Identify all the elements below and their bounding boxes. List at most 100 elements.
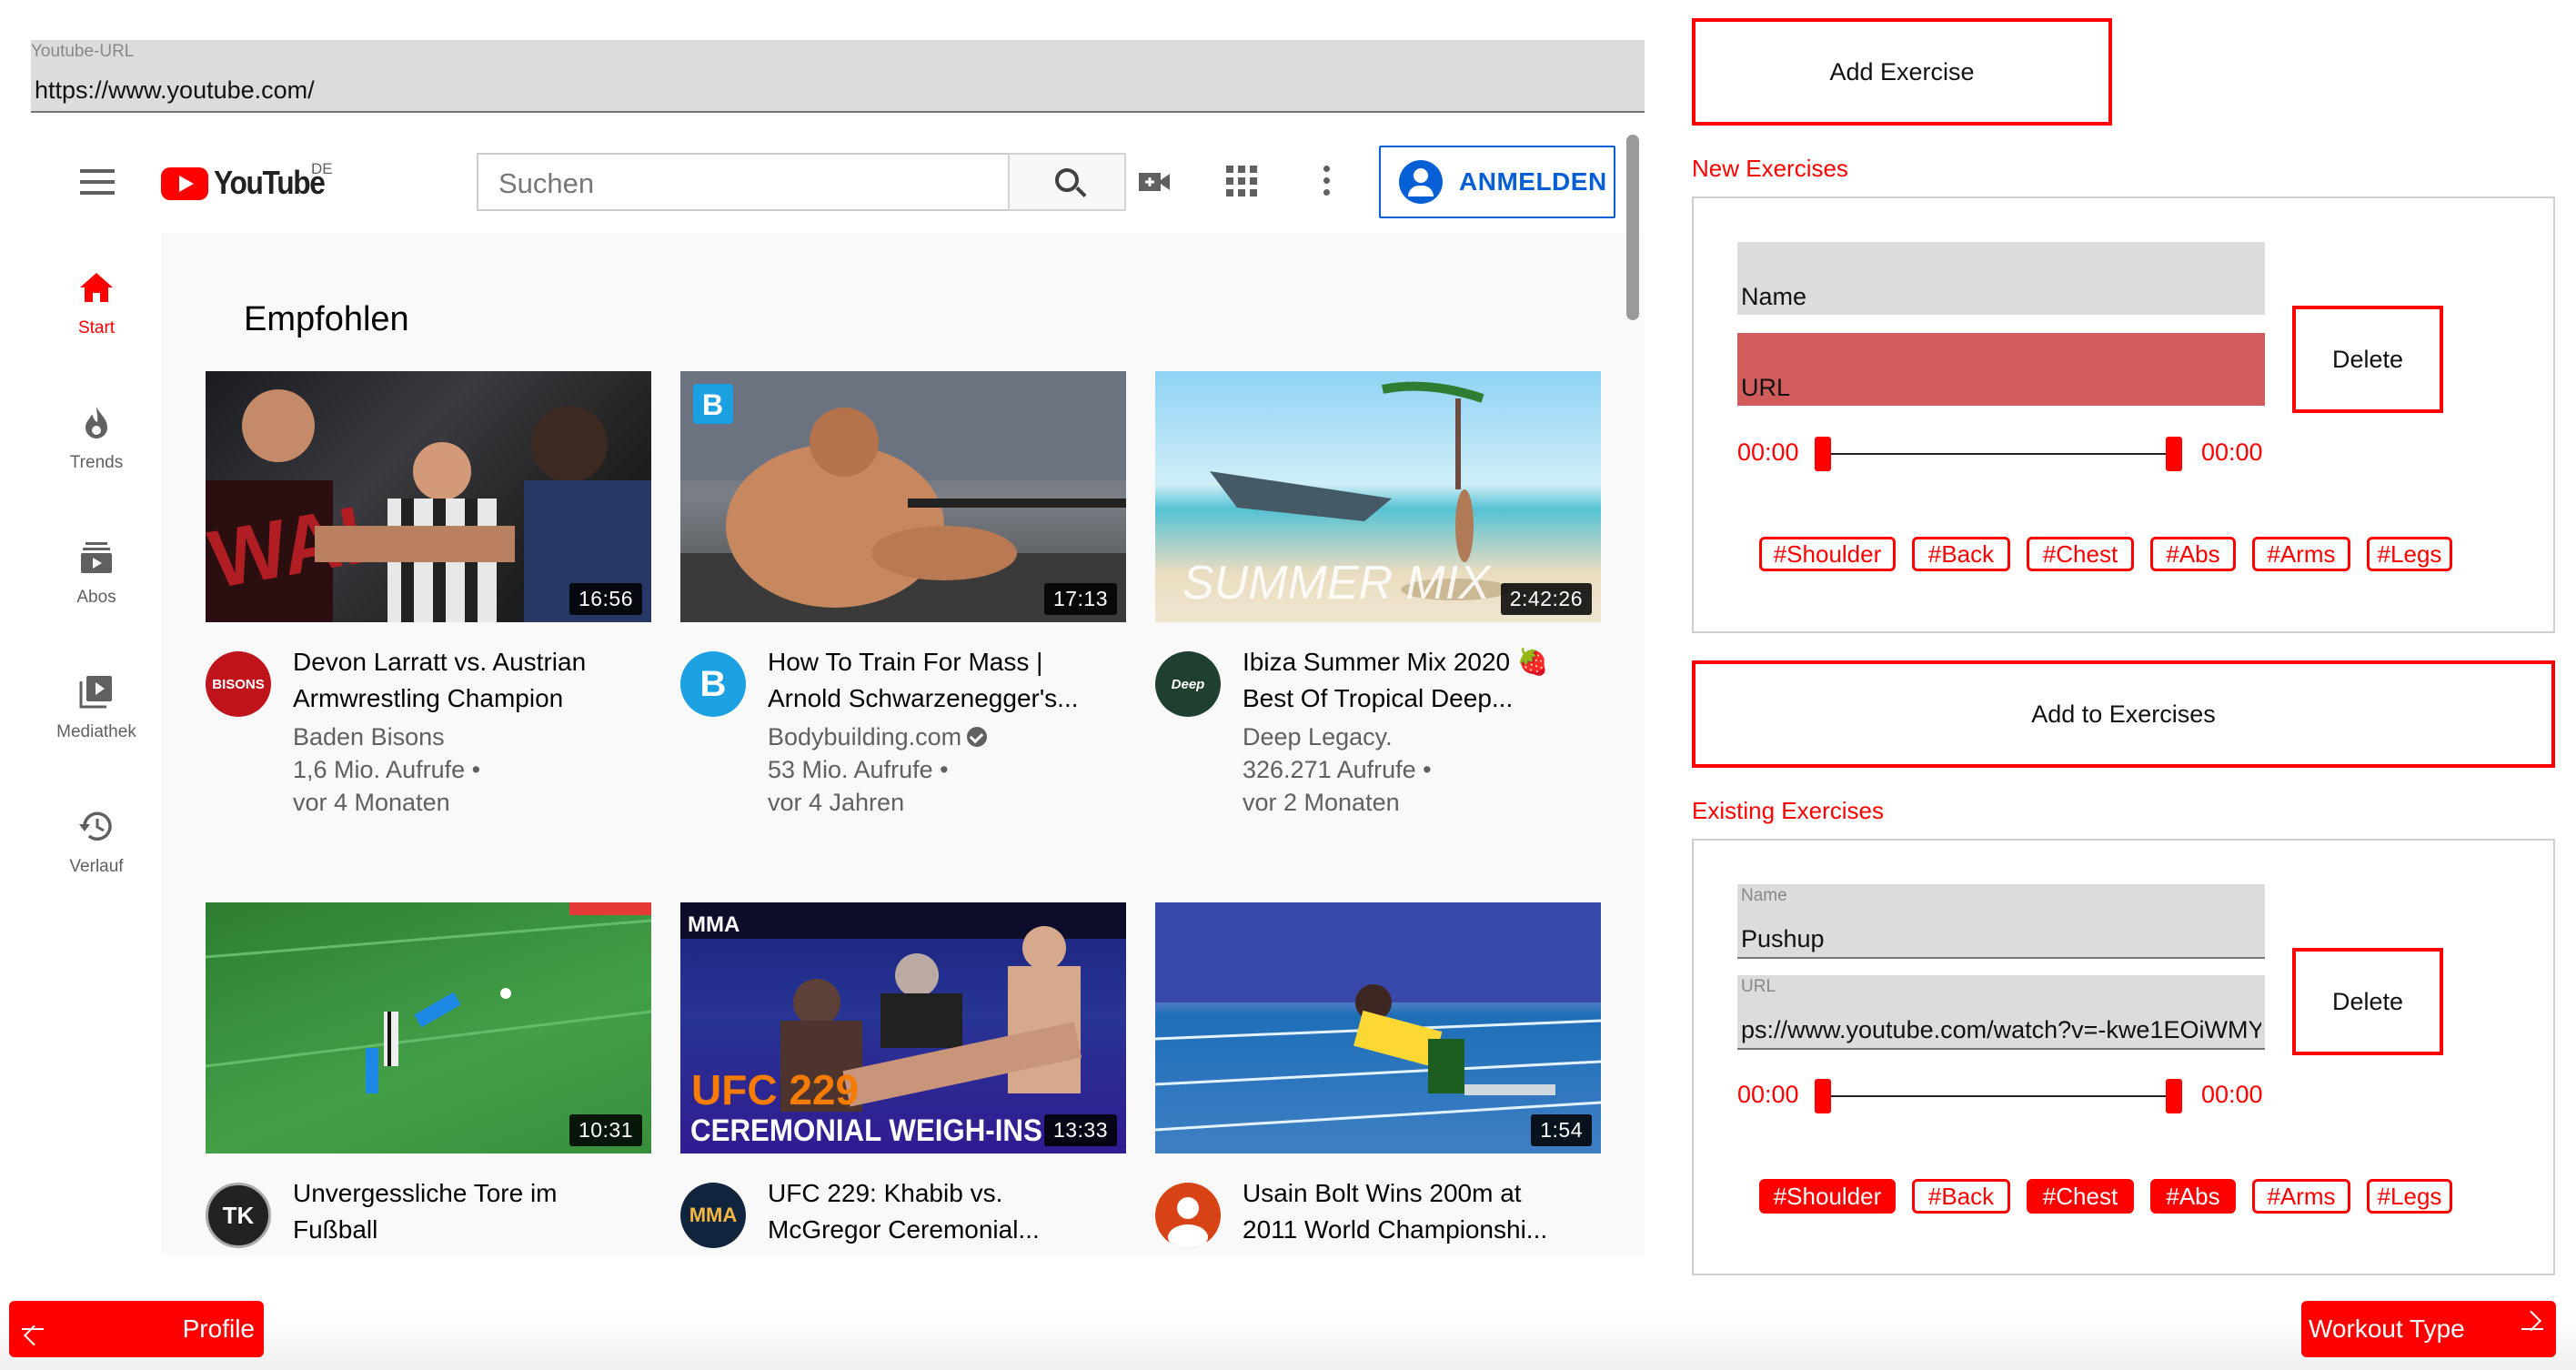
mma-text: MMA — [688, 912, 740, 937]
video-title[interactable]: UFC 229: Khabib vs. McGregor Ceremonial..… — [768, 1175, 1122, 1248]
scrollbar-thumb[interactable] — [1626, 135, 1639, 320]
video-thumbnail[interactable]: 10:31 — [206, 902, 651, 1153]
youtube-url-value[interactable]: https://www.youtube.com/ — [35, 76, 315, 105]
youtube-header: YouTube DE Suchen ANMELDEN — [31, 127, 1645, 235]
subscriptions-icon — [81, 542, 112, 573]
apps-grid-icon[interactable] — [1226, 166, 1257, 196]
nav-mediathek[interactable]: Mediathek — [31, 673, 162, 742]
channel-avatar[interactable]: MMA — [680, 1183, 746, 1248]
youtube-search-button[interactable] — [1008, 153, 1126, 211]
tag-abs[interactable]: #Abs — [2150, 1179, 2236, 1214]
menu-icon[interactable] — [80, 169, 115, 202]
delete-button[interactable]: Delete — [2292, 948, 2443, 1055]
nav-label: Mediathek — [56, 722, 136, 741]
tag-back[interactable]: #Back — [1912, 537, 2010, 571]
nav-trends[interactable]: Trends — [31, 404, 162, 473]
video-meta: Baden Bisons 1,6 Mio. Aufrufe • vor 4 Mo… — [293, 720, 648, 819]
new-exercise-card: Name URL Delete 00:00 00:00 #Shoulder #Ba… — [1692, 196, 2555, 633]
profile-button[interactable]: Profile — [9, 1301, 264, 1357]
search-placeholder: Suchen — [498, 167, 595, 199]
channel-avatar[interactable]: B — [680, 651, 746, 717]
nav-label: Start — [77, 318, 116, 337]
video-thumbnail[interactable]: B 17:13 — [680, 371, 1126, 622]
name-field[interactable]: Name Pushup — [1737, 884, 2265, 959]
channel-name[interactable]: Bodybuilding.com — [768, 720, 1122, 753]
signin-label: ANMELDEN — [1459, 167, 1607, 196]
name-placeholder: Name — [1741, 283, 1807, 310]
svg-text:B: B — [702, 388, 723, 421]
arrow-right-icon — [2521, 1328, 2543, 1330]
url-field[interactable]: URL — [1737, 333, 2265, 406]
video-thumbnail[interactable]: WAL 16:56 — [206, 371, 651, 622]
name-value: Pushup — [1741, 925, 1825, 952]
tag-legs[interactable]: #Legs — [2367, 537, 2452, 571]
channel-avatar[interactable]: Deep — [1155, 651, 1221, 717]
nav-abos[interactable]: Abos — [31, 539, 162, 608]
nav-verlauf[interactable]: Verlauf — [31, 808, 162, 877]
youtube-region: DE — [311, 160, 333, 177]
add-exercise-button[interactable]: Add Exercise — [1692, 18, 2112, 126]
end-handle[interactable] — [2166, 1079, 2182, 1113]
video-thumbnail[interactable]: 1:54 — [1155, 902, 1601, 1153]
profile-label: Profile — [182, 1315, 255, 1343]
tag-shoulder[interactable]: #Shoulder — [1759, 537, 1896, 571]
existing-exercises-title: Existing Exercises — [1692, 797, 1884, 824]
youtube-logo-icon[interactable] — [161, 167, 208, 200]
channel-name[interactable]: Deep Legacy. — [1243, 720, 1597, 753]
home-icon — [80, 273, 113, 302]
start-handle[interactable] — [1815, 437, 1831, 471]
library-icon — [79, 676, 112, 709]
channel-avatar[interactable]: BISONS — [206, 651, 271, 717]
nav-start[interactable]: Start — [31, 269, 162, 338]
tag-arms[interactable]: #Arms — [2252, 1179, 2350, 1214]
more-vert-icon[interactable] — [1323, 166, 1333, 198]
view-count: 326.271 Aufrufe • — [1243, 756, 1432, 783]
video-title[interactable]: Ibiza Summer Mix 2020 🍓 Best Of Tropical … — [1243, 644, 1597, 717]
channel-name[interactable]: Baden Bisons — [293, 720, 648, 753]
video-duration: 16:56 — [569, 583, 642, 615]
video-duration: 1:54 — [1531, 1114, 1592, 1146]
channel-avatar[interactable]: TK — [206, 1183, 271, 1248]
tag-chest[interactable]: #Chest — [2027, 1179, 2134, 1214]
video-thumbnail[interactable]: SUMMER MIX 2:42:26 — [1155, 371, 1601, 622]
tag-arms[interactable]: #Arms — [2252, 537, 2350, 571]
youtube-webview[interactable]: YouTube DE Suchen ANMELDEN Start Trends … — [31, 127, 1645, 1255]
video-thumbnail[interactable]: MMA UFC 229 CEREMONIAL WEIGH-INS 13:33 — [680, 902, 1126, 1153]
name-field[interactable]: Name — [1737, 242, 2265, 315]
add-to-exercises-button[interactable]: Add to Exercises — [1692, 660, 2555, 768]
tag-shoulder[interactable]: #Shoulder — [1759, 1179, 1896, 1214]
youtube-logo-text[interactable]: YouTube — [214, 164, 326, 202]
footer-bar — [0, 1310, 2576, 1370]
start-handle[interactable] — [1815, 1079, 1831, 1113]
tag-abs[interactable]: #Abs — [2150, 537, 2236, 571]
workout-type-label: Workout Type — [2309, 1315, 2465, 1343]
video-title[interactable]: Devon Larratt vs. Austrian Armwrestling C… — [293, 644, 648, 717]
tag-legs[interactable]: #Legs — [2367, 1179, 2452, 1214]
delete-button[interactable]: Delete — [2292, 306, 2443, 413]
create-video-icon[interactable] — [1139, 169, 1170, 195]
video-title[interactable]: Unvergessliche Tore im Fußball — [293, 1175, 648, 1248]
youtube-url-field[interactable]: Youtube-URL https://www.youtube.com/ — [31, 40, 1645, 113]
youtube-url-label: Youtube-URL — [31, 42, 135, 61]
youtube-search-input[interactable]: Suchen — [477, 153, 1010, 211]
video-meta: Bodybuilding.com 53 Mio. Aufrufe • vor 4… — [768, 720, 1122, 819]
video-title[interactable]: How To Train For Mass | Arnold Schwarzene… — [768, 644, 1122, 717]
video-title[interactable]: Usain Bolt Wins 200m at 2011 World Champi… — [1243, 1175, 1597, 1248]
time-range-track[interactable] — [1823, 453, 2174, 455]
start-time: 00:00 — [1737, 438, 1799, 466]
url-field[interactable]: URL ps://www.youtube.com/watch?v=-kwe1EO… — [1737, 975, 2265, 1050]
upload-age: vor 4 Monaten — [293, 789, 450, 816]
tag-chest[interactable]: #Chest — [2027, 537, 2134, 571]
view-count: 53 Mio. Aufrufe • — [768, 756, 949, 783]
time-range-track[interactable] — [1823, 1095, 2174, 1097]
end-time: 00:00 — [2201, 1081, 2263, 1108]
upload-age: vor 2 Monaten — [1243, 789, 1400, 816]
tag-back[interactable]: #Back — [1912, 1179, 2010, 1214]
end-handle[interactable] — [2166, 437, 2182, 471]
workout-type-button[interactable]: Workout Type — [2301, 1301, 2556, 1357]
signin-button[interactable]: ANMELDEN — [1379, 146, 1615, 218]
video-meta: Deep Legacy. 326.271 Aufrufe • vor 2 Mon… — [1243, 720, 1597, 819]
channel-avatar[interactable] — [1155, 1183, 1221, 1248]
view-count: 1,6 Mio. Aufrufe • — [293, 756, 481, 783]
history-icon — [79, 811, 112, 841]
